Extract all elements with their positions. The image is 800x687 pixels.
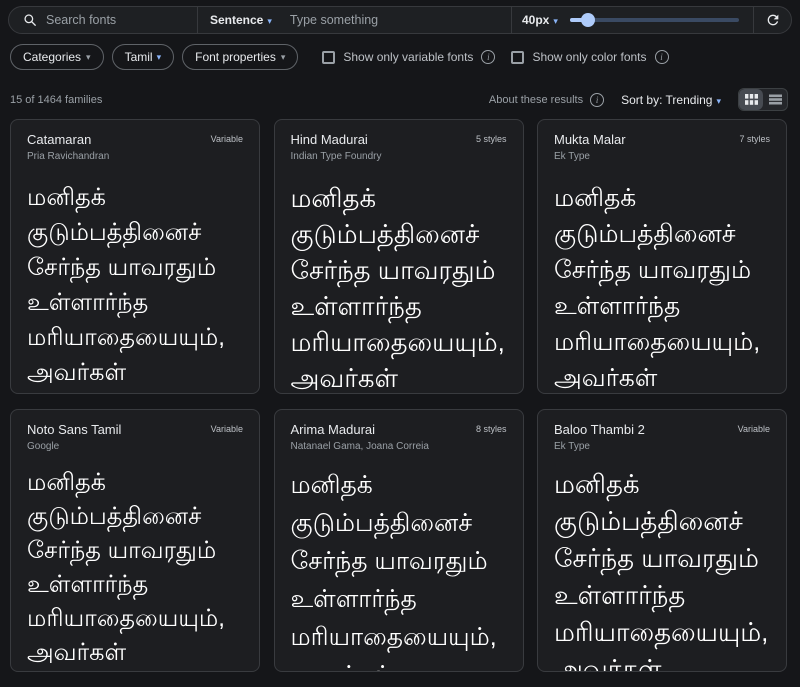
list-view-button[interactable] xyxy=(763,89,787,110)
grid-view-button[interactable] xyxy=(739,89,763,110)
font-name[interactable]: Catamaran xyxy=(27,132,109,147)
font-card-catamaran[interactable]: Catamaran Pria Ravichandran Variable மனி… xyxy=(10,119,260,394)
font-designer: Google xyxy=(27,441,121,452)
style-badge: 5 styles xyxy=(476,132,507,162)
filter-bar: Categories▾ Tamil▾ Font properties▾ Show… xyxy=(10,44,792,70)
about-results-link[interactable]: About these results xyxy=(489,94,583,106)
font-name[interactable]: Baloo Thambi 2 xyxy=(554,422,645,437)
reset-preview-button[interactable] xyxy=(753,7,791,33)
style-badge: 8 styles xyxy=(476,422,507,452)
font-sample-text: மனிதக் குடும்பத்தினைச் சேர்ந்த யாவரதும் … xyxy=(291,180,507,394)
info-icon[interactable]: i xyxy=(655,50,669,64)
font-name[interactable]: Mukta Malar xyxy=(554,132,626,147)
font-card-mukta-malar[interactable]: Mukta Malar Ek Type 7 styles மனிதக் குடு… xyxy=(537,119,787,394)
style-badge: Variable xyxy=(738,422,770,452)
size-controls: 40px▾ xyxy=(511,7,753,33)
variable-fonts-checkbox[interactable] xyxy=(322,51,335,64)
font-designer: Indian Type Foundry xyxy=(291,151,382,162)
refresh-icon xyxy=(765,12,781,28)
preview-controls: Sentence▾ Type something xyxy=(197,7,511,33)
color-fonts-label: Show only color fonts xyxy=(532,50,646,64)
font-sample-text: மனிதக் குடும்பத்தினைச் சேர்ந்த யாவரதும் … xyxy=(554,466,770,672)
font-name[interactable]: Noto Sans Tamil xyxy=(27,422,121,437)
variable-fonts-label: Show only variable fonts xyxy=(343,50,473,64)
view-toggle xyxy=(738,88,788,111)
font-sample-text: மனிதக் குடும்பத்தினைச் சேர்ந்த யாவரதும் … xyxy=(554,180,770,394)
info-icon[interactable]: i xyxy=(481,50,495,64)
font-designer: Ek Type xyxy=(554,441,645,452)
search-icon xyxy=(23,13,37,27)
font-designer: Natanael Gama, Joana Correia xyxy=(291,441,429,452)
font-properties-filter-button[interactable]: Font properties▾ xyxy=(182,44,298,70)
chevron-down-icon: ▾ xyxy=(157,52,162,63)
font-designer: Ek Type xyxy=(554,151,626,162)
sort-by-dropdown[interactable]: Sort by: Trending▾ xyxy=(621,93,721,107)
font-sample-text: மனிதக் குடும்பத்தினைச் சேர்ந்த யாவரதும் … xyxy=(27,180,243,390)
font-card-hind-madurai[interactable]: Hind Madurai Indian Type Foundry 5 style… xyxy=(274,119,524,394)
results-header: 15 of 1464 families About these results … xyxy=(10,88,788,111)
style-badge: Variable xyxy=(211,422,243,452)
font-size-dropdown[interactable]: 40px▾ xyxy=(522,11,558,29)
color-fonts-checkbox[interactable] xyxy=(511,51,524,64)
list-view-icon xyxy=(769,94,782,105)
language-filter-button[interactable]: Tamil▾ xyxy=(112,44,175,70)
style-badge: 7 styles xyxy=(739,132,770,162)
chevron-down-icon: ▾ xyxy=(716,96,721,106)
font-name[interactable]: Arima Madurai xyxy=(291,422,429,437)
slider-track[interactable] xyxy=(570,18,739,22)
slider-thumb[interactable] xyxy=(581,13,595,27)
chevron-down-icon: ▾ xyxy=(267,16,272,26)
font-size-slider[interactable] xyxy=(570,6,739,34)
grid-view-icon xyxy=(745,94,758,105)
toolbar: Search fonts Sentence▾ Type something 40… xyxy=(8,6,792,34)
font-card-baloo-thambi-2[interactable]: Baloo Thambi 2 Ek Type Variable மனிதக் க… xyxy=(537,409,787,672)
chevron-down-icon: ▾ xyxy=(281,52,286,63)
font-name[interactable]: Hind Madurai xyxy=(291,132,382,147)
preview-text-input[interactable]: Type something xyxy=(290,13,378,27)
search-fonts-field[interactable]: Search fonts xyxy=(9,7,197,33)
font-sample-text: மனிதக் குடும்பத்தினைச் சேர்ந்த யாவரதும் … xyxy=(291,466,507,672)
font-card-arima-madurai[interactable]: Arima Madurai Natanael Gama, Joana Corre… xyxy=(274,409,524,672)
results-count: 15 of 1464 families xyxy=(10,94,489,106)
chevron-down-icon: ▾ xyxy=(86,52,91,63)
info-icon[interactable]: i xyxy=(590,93,604,107)
font-cards-grid: Catamaran Pria Ravichandran Variable மனி… xyxy=(10,119,787,687)
preview-type-dropdown[interactable]: Sentence▾ xyxy=(210,11,272,29)
style-badge: Variable xyxy=(211,132,243,162)
font-card-noto-sans-tamil[interactable]: Noto Sans Tamil Google Variable மனிதக் க… xyxy=(10,409,260,672)
chevron-down-icon: ▾ xyxy=(553,16,558,26)
font-designer: Pria Ravichandran xyxy=(27,151,109,162)
font-sample-text: மனிதக் குடும்பத்தினைச் சேர்ந்த யாவரதும் … xyxy=(27,466,243,670)
search-input[interactable]: Search fonts xyxy=(46,13,116,27)
categories-filter-button[interactable]: Categories▾ xyxy=(10,44,104,70)
